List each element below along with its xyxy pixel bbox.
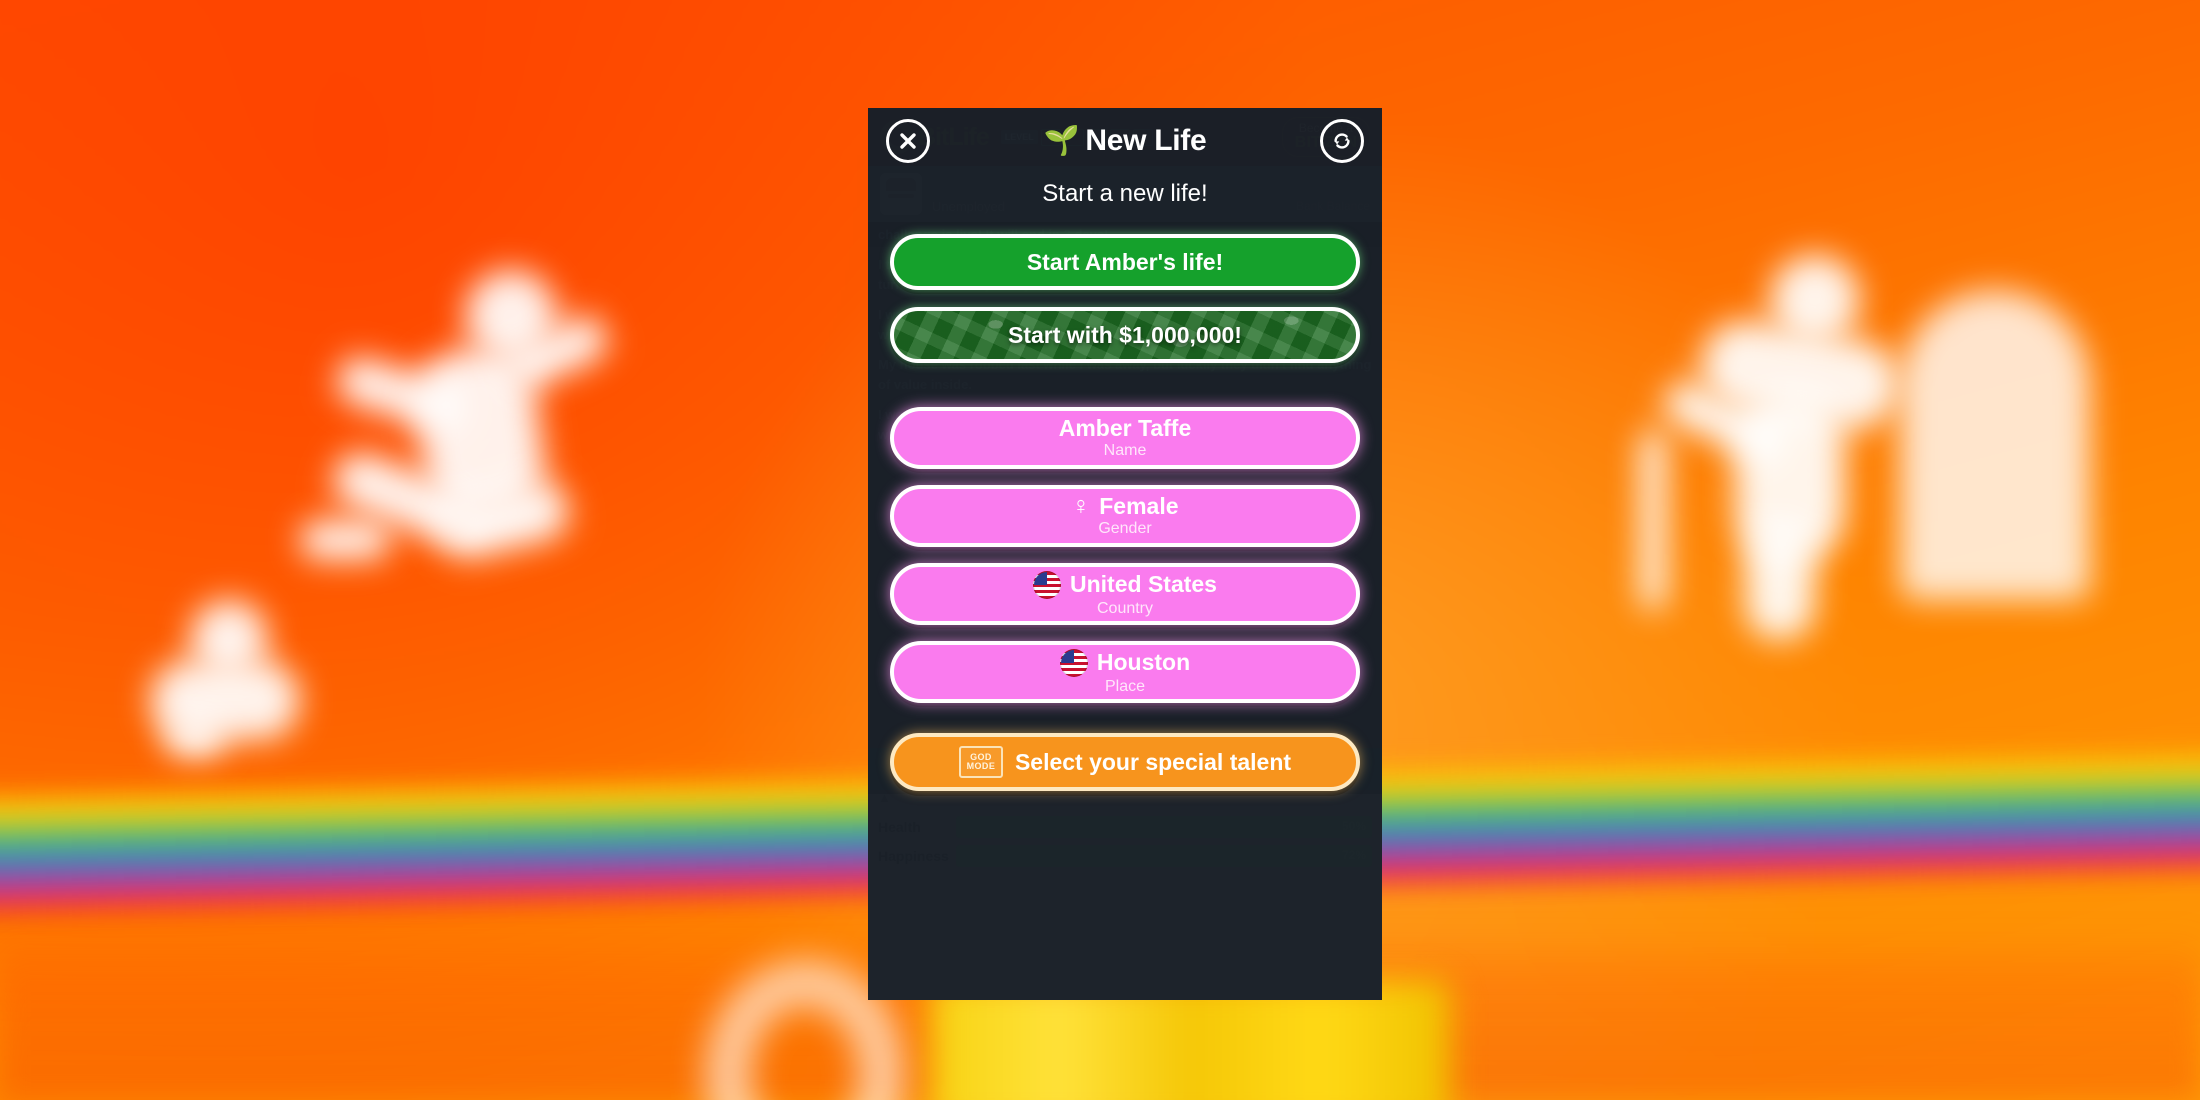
modal-title: New Life <box>1085 124 1207 157</box>
place-value-row: Houston <box>1059 648 1191 677</box>
country-field-button[interactable]: United States Country <box>890 563 1360 625</box>
modal-subtitle: Start a new life! <box>1042 180 1208 207</box>
god-mode-line2: MODE <box>966 761 996 771</box>
name-value: Amber Taffe <box>1058 415 1192 442</box>
modal-top-bar: 🌱 New Life <box>868 108 1382 174</box>
gravestone-silhouette <box>1900 290 2090 600</box>
name-label: Name <box>1103 441 1147 459</box>
modal-button-column: Start Amber's life! Start with $1,000,00… <box>868 234 1382 791</box>
special-talent-button[interactable]: GOD MODE Select your special talent <box>890 733 1360 791</box>
cane-silhouette <box>1640 430 1666 610</box>
new-life-modal: 🌱 New Life Start a new life! Start Amber… <box>868 108 1382 1000</box>
start-life-label: Start Amber's life! <box>1026 248 1224 275</box>
modal-title-group: 🌱 New Life <box>1044 124 1207 158</box>
runner-silhouette-foot <box>300 520 390 560</box>
randomize-button[interactable] <box>1320 119 1364 163</box>
baby-silhouette-leg <box>165 715 225 757</box>
special-talent-label: Select your special talent <box>1014 748 1292 775</box>
gender-value: Female <box>1099 493 1179 520</box>
place-label: Place <box>1104 677 1146 695</box>
start-with-million-button[interactable]: Start with $1,000,000! <box>890 307 1360 363</box>
elder-silhouette-leg <box>1745 520 1815 640</box>
place-field-button[interactable]: Houston Place <box>890 641 1360 703</box>
close-button[interactable] <box>886 119 930 163</box>
country-label: Country <box>1096 599 1154 617</box>
place-value: Houston <box>1096 649 1191 676</box>
gender-label: Gender <box>1098 520 1152 537</box>
close-icon <box>900 133 916 149</box>
country-value-row: United States <box>1033 570 1217 599</box>
us-flag-icon <box>1059 648 1088 677</box>
seedling-icon: 🌱 <box>1043 124 1080 157</box>
us-flag-icon <box>1033 570 1061 599</box>
start-with-million-label: Start with $1,000,000! <box>1008 321 1242 348</box>
gender-value-row: ♀ Female <box>1071 494 1178 519</box>
refresh-icon <box>1334 133 1350 149</box>
elder-silhouette-head <box>1770 255 1860 345</box>
special-talent-row: GOD MODE Select your special talent <box>958 746 1292 778</box>
venus-icon: ♀ <box>1071 492 1091 520</box>
name-field-button[interactable]: Amber Taffe Name <box>890 407 1360 469</box>
start-life-button[interactable]: Start Amber's life! <box>890 234 1360 290</box>
country-value: United States <box>1070 571 1217 598</box>
gender-field-button[interactable]: ♀ Female Gender <box>890 485 1360 547</box>
god-mode-icon: GOD MODE <box>958 746 1003 778</box>
